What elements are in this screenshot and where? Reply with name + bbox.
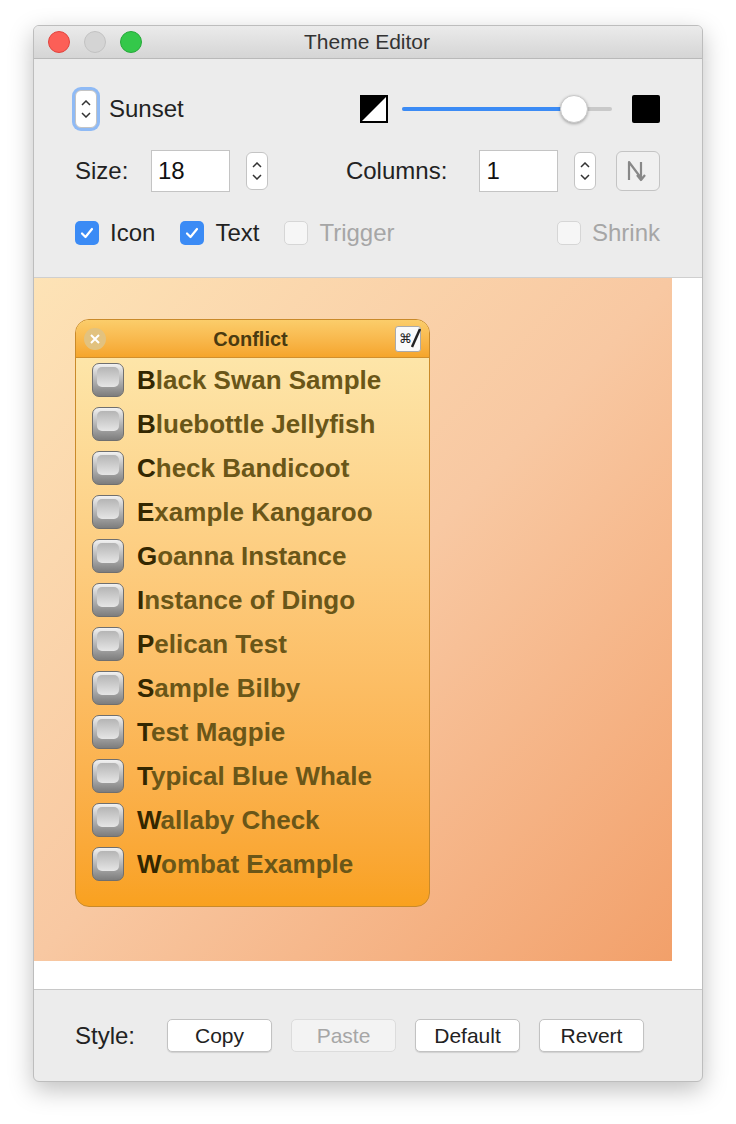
palette-item-label: Pelican Test xyxy=(137,625,287,664)
key-icon xyxy=(92,407,124,441)
down-arrow-icon xyxy=(81,112,91,118)
key-icon xyxy=(92,671,124,705)
key-icon xyxy=(92,363,124,397)
palette-item[interactable]: Instance of Dingo xyxy=(76,578,429,622)
theme-name: Sunset xyxy=(109,91,184,127)
palette: Conflict⌘Black Swan SampleBluebottle Jel… xyxy=(75,319,430,907)
palette-item[interactable]: Wallaby Check xyxy=(76,798,429,842)
option-checkbox[interactable]: Icon xyxy=(75,218,155,248)
key-icon xyxy=(92,451,124,485)
window-title: Theme Editor xyxy=(142,26,688,58)
window: Theme Editor Sunset Size:18 Columns:1 Icon Te… xyxy=(33,25,703,1082)
checkbox-box[interactable] xyxy=(180,221,204,245)
palette-item[interactable]: Goanna Instance xyxy=(76,534,429,578)
option-checkbox[interactable]: Text xyxy=(180,218,259,248)
edit-shortcut-button[interactable]: ⌘ xyxy=(395,326,421,352)
palette-item[interactable]: Wombat Example xyxy=(76,842,429,886)
size-row: Size:18 Columns:1 xyxy=(75,151,660,191)
palette-item-label: Example Kangaroo xyxy=(137,493,373,532)
style-bar: Style:Copy Paste Default Revert xyxy=(34,989,702,1081)
style-button: Paste xyxy=(291,1019,396,1053)
check-icon xyxy=(79,225,95,241)
check-icon xyxy=(184,225,200,241)
palette-item-label: Wombat Example xyxy=(137,845,353,884)
palette-item-label: Check Bandicoot xyxy=(137,449,349,488)
palette-item[interactable]: Typical Blue Whale xyxy=(76,754,429,798)
option-checkbox: Trigger xyxy=(284,218,394,248)
toolbar: Sunset Size:18 Columns:1 Icon Text Trigger Shr… xyxy=(34,59,702,278)
palette-item-label: Instance of Dingo xyxy=(137,581,355,620)
key-icon xyxy=(92,759,124,793)
palette-list: Black Swan Sample Bluebottle Jellyfish Che… xyxy=(76,358,429,886)
reverse-order-icon xyxy=(624,158,652,184)
palette-header: Conflict⌘ xyxy=(76,320,429,358)
option-label: Icon xyxy=(110,218,155,248)
down-arrow-icon xyxy=(580,174,590,180)
opacity-slider[interactable] xyxy=(402,95,612,123)
slider-knob[interactable] xyxy=(560,95,588,123)
key-icon xyxy=(92,627,124,661)
preview-area: Conflict⌘Black Swan SampleBluebottle Jel… xyxy=(34,278,702,989)
minimize-button[interactable] xyxy=(84,31,106,53)
checkbox-box xyxy=(557,221,581,245)
columns-label: Columns: xyxy=(346,153,479,189)
checkbox-box[interactable] xyxy=(75,221,99,245)
up-arrow-icon xyxy=(580,162,590,168)
style-button[interactable]: Default xyxy=(415,1019,520,1053)
palette-title: Conflict xyxy=(106,324,395,354)
palette-item-label: Test Magpie xyxy=(137,713,285,752)
key-icon xyxy=(92,847,124,881)
size-stepper[interactable] xyxy=(246,152,268,190)
key-icon xyxy=(92,583,124,617)
key-icon xyxy=(92,803,124,837)
columns-field[interactable]: 1 xyxy=(479,150,558,192)
reverse-button[interactable] xyxy=(616,151,660,191)
style-label: Style: xyxy=(75,1018,167,1054)
palette-item-label: Typical Blue Whale xyxy=(137,757,372,796)
style-button[interactable]: Copy xyxy=(167,1019,272,1053)
opaque-icon xyxy=(632,95,660,123)
theme-stepper[interactable] xyxy=(75,90,97,128)
close-icon xyxy=(90,334,100,344)
palette-item[interactable]: Check Bandicoot xyxy=(76,446,429,490)
key-icon xyxy=(92,495,124,529)
option-label: Trigger xyxy=(319,218,394,248)
zoom-button[interactable] xyxy=(120,31,142,53)
palette-item[interactable]: Black Swan Sample xyxy=(76,358,429,402)
size-field[interactable]: 18 xyxy=(151,150,230,192)
palette-close-button[interactable] xyxy=(84,328,106,350)
palette-item-label: Black Swan Sample xyxy=(137,361,381,400)
up-arrow-icon xyxy=(81,100,91,106)
options-row: Icon Text Trigger Shrink xyxy=(75,213,660,253)
theme-row: Sunset xyxy=(75,89,660,129)
palette-item-label: Goanna Instance xyxy=(137,537,347,576)
screen: Theme Editor Sunset Size:18 Columns:1 Icon Te… xyxy=(0,0,736,1124)
background-photo: Conflict⌘Black Swan SampleBluebottle Jel… xyxy=(34,278,672,961)
palette-item[interactable]: Test Magpie xyxy=(76,710,429,754)
palette-item-label: Wallaby Check xyxy=(137,801,320,840)
palette-item[interactable]: Pelican Test xyxy=(76,622,429,666)
palette-item[interactable]: Sample Bilby xyxy=(76,666,429,710)
option-label: Shrink xyxy=(592,218,660,248)
option-label: Text xyxy=(215,218,259,248)
key-icon xyxy=(92,539,124,573)
palette-item-label: Bluebottle Jellyfish xyxy=(137,405,375,444)
palette-item[interactable]: Example Kangaroo xyxy=(76,490,429,534)
option-checkbox: Shrink xyxy=(557,218,660,248)
close-button[interactable] xyxy=(48,31,70,53)
palette-item[interactable]: Bluebottle Jellyfish xyxy=(76,402,429,446)
opacity-icon xyxy=(360,95,388,123)
down-arrow-icon xyxy=(252,174,262,180)
palette-item-label: Sample Bilby xyxy=(137,669,300,708)
title-bar: Theme Editor xyxy=(34,26,702,59)
pencil-icon xyxy=(410,328,422,350)
checkbox-box xyxy=(284,221,308,245)
size-label: Size: xyxy=(75,153,151,189)
columns-stepper[interactable] xyxy=(574,152,596,190)
style-button[interactable]: Revert xyxy=(539,1019,644,1053)
up-arrow-icon xyxy=(252,162,262,168)
key-icon xyxy=(92,715,124,749)
